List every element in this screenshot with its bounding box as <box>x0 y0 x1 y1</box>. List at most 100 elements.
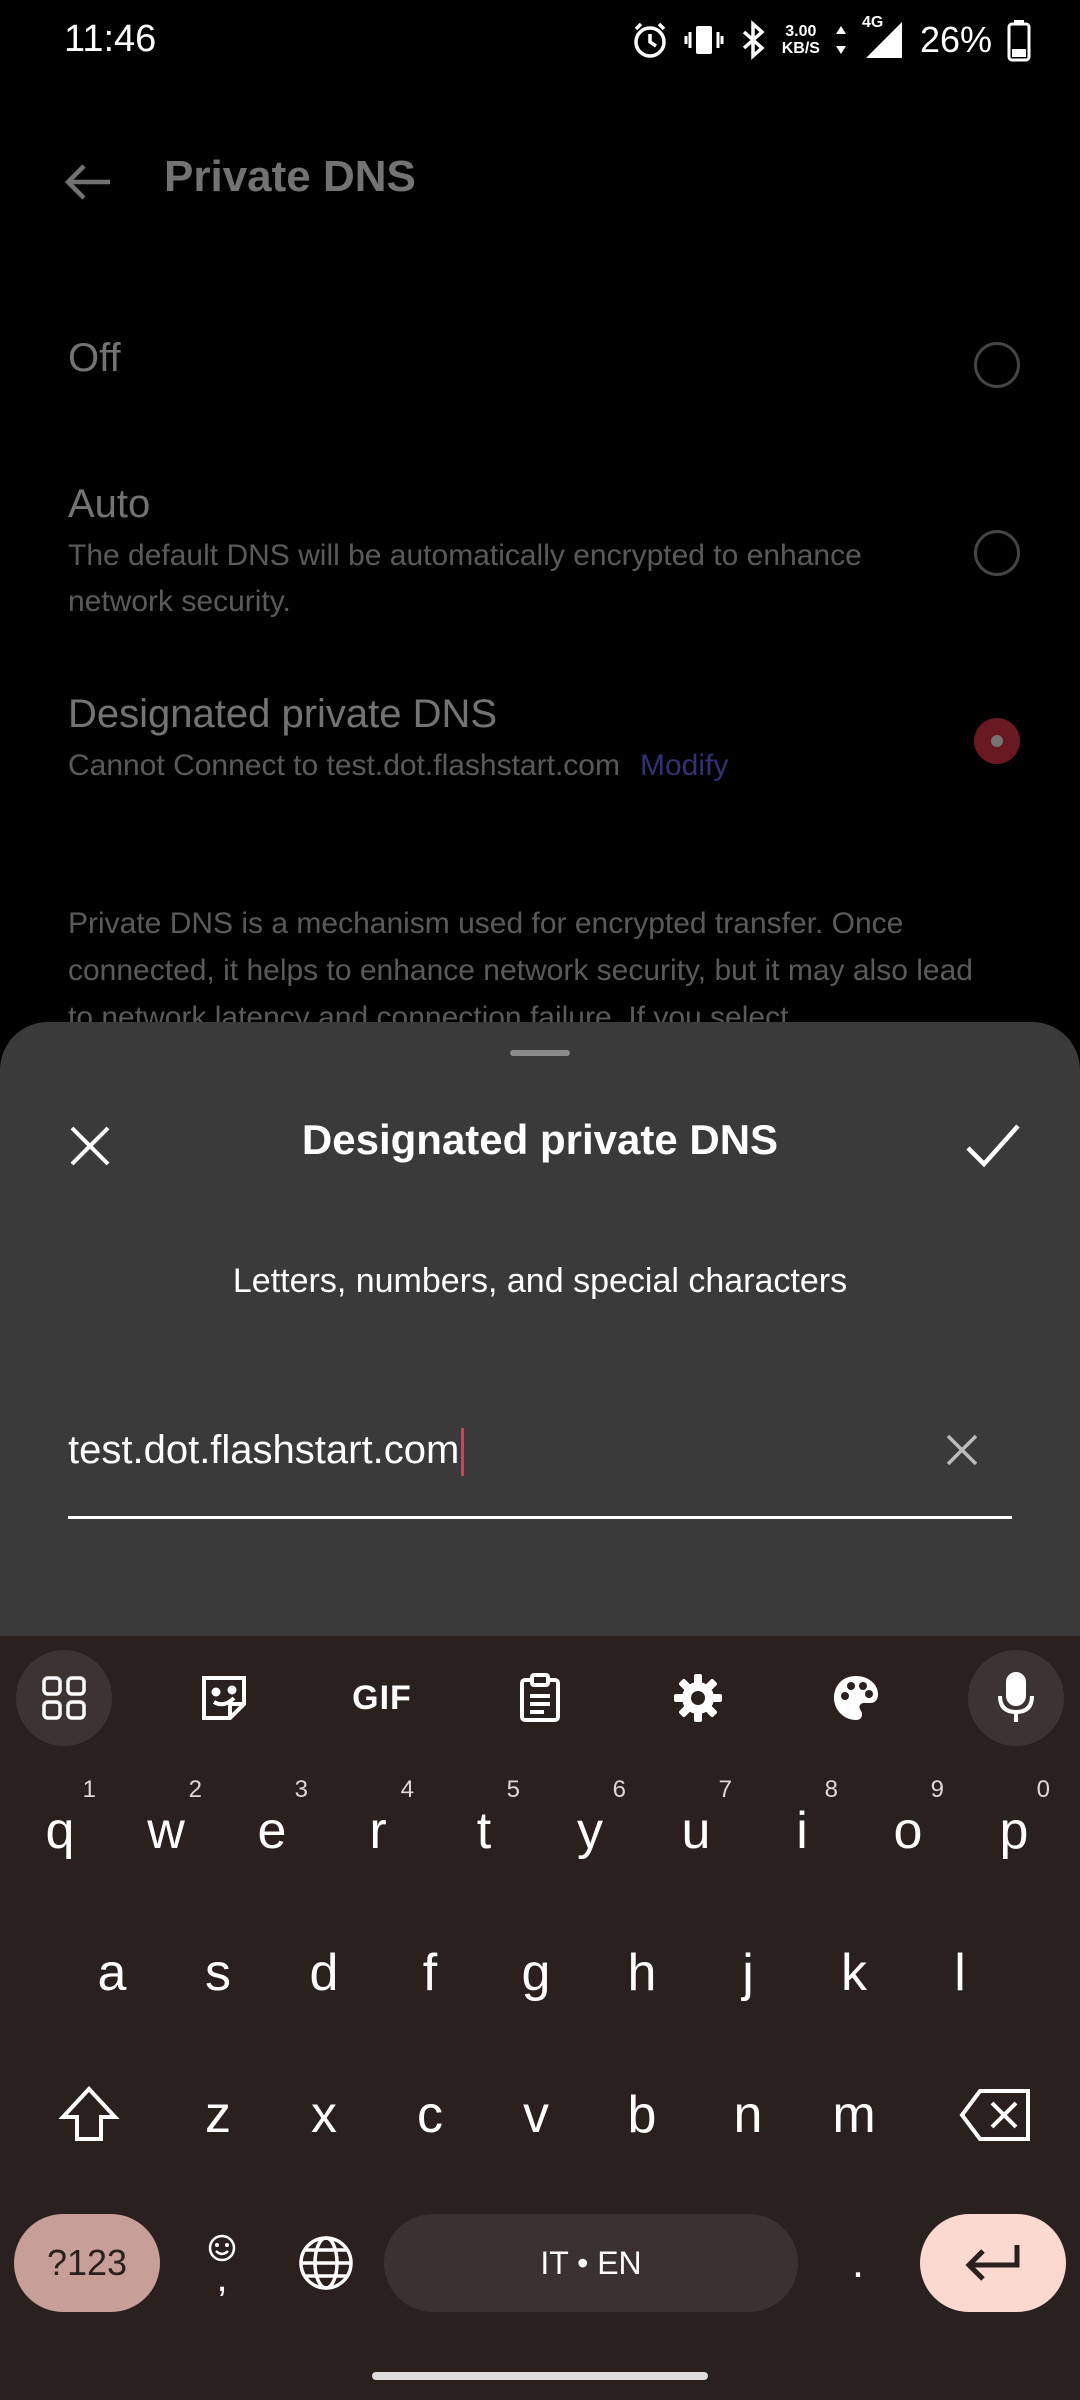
sheet-drag-handle[interactable] <box>510 1050 570 1056</box>
key-row-1: q1 w2 e3 r4 t5 y6 u7 i8 o9 p0 <box>0 1776 1080 1906</box>
vibrate-icon <box>684 20 724 60</box>
key-u-hint: 7 <box>718 1776 732 1803</box>
key-b[interactable]: b <box>592 2060 692 2170</box>
checkmark-icon[interactable] <box>962 1116 1022 1176</box>
key-x[interactable]: x <box>274 2060 374 2170</box>
globe-icon <box>299 2236 353 2290</box>
key-e-hint: 3 <box>294 1776 308 1803</box>
key-p-hint: 0 <box>1036 1776 1050 1803</box>
dns-hostname-value[interactable]: test.dot.flashstart.com <box>68 1428 465 1477</box>
text-caret <box>461 1428 465 1477</box>
option-off[interactable]: Off <box>68 336 1020 416</box>
key-row-3: z x c v b n m <box>0 2060 1080 2190</box>
key-u[interactable]: u7 <box>646 1776 746 1886</box>
palette-icon[interactable] <box>808 1650 904 1746</box>
option-off-label: Off <box>68 336 121 380</box>
key-c[interactable]: c <box>380 2060 480 2170</box>
alarm-icon <box>630 20 670 60</box>
key-h[interactable]: h <box>592 1918 692 2028</box>
dns-hostname-input[interactable]: test.dot.flashstart.com <box>68 1422 1012 1519</box>
option-designated-radio[interactable] <box>974 718 1020 764</box>
key-n[interactable]: n <box>698 2060 798 2170</box>
clipboard-icon[interactable] <box>492 1650 588 1746</box>
option-designated-description: Cannot Connect to test.dot.flashstart.co… <box>68 743 938 789</box>
key-l[interactable]: l <box>910 1918 1010 2028</box>
shift-icon <box>58 2086 120 2141</box>
sheet-title: Designated private DNS <box>301 1116 779 1163</box>
key-k[interactable]: k <box>804 1918 904 2028</box>
key-d[interactable]: d <box>274 1918 374 2028</box>
keyboard-toolbar: GIF <box>0 1650 1080 1750</box>
settings-icon[interactable] <box>650 1650 746 1746</box>
backspace-key[interactable] <box>936 2060 1056 2170</box>
key-i-label: i <box>796 1802 808 1860</box>
option-auto[interactable]: Auto The default DNS will be automatical… <box>68 482 1020 625</box>
key-v[interactable]: v <box>486 2060 586 2170</box>
key-e[interactable]: e3 <box>222 1776 322 1886</box>
key-q-hint: 1 <box>82 1776 96 1803</box>
key-r-hint: 4 <box>400 1776 414 1803</box>
signal-icon: 4G <box>862 14 906 62</box>
key-m[interactable]: m <box>804 2060 904 2170</box>
key-q-label: q <box>45 1802 75 1860</box>
language-key[interactable] <box>278 2214 374 2312</box>
key-o[interactable]: o9 <box>858 1776 958 1886</box>
key-f[interactable]: f <box>380 1918 480 2028</box>
comma-label: , <box>216 2256 228 2300</box>
shift-key[interactable] <box>34 2060 144 2170</box>
status-bar: 11:46 3.00 KB/S 4G 26% <box>0 0 1080 80</box>
key-t-hint: 5 <box>506 1776 520 1803</box>
enter-icon <box>965 2245 1020 2281</box>
emoji-comma-key[interactable]: , <box>190 2214 254 2312</box>
mic-icon[interactable] <box>968 1650 1064 1746</box>
gif-button[interactable]: GIF <box>334 1650 430 1746</box>
info-text: Private DNS is a mechanism used for encr… <box>68 907 973 1034</box>
option-auto-label: Auto <box>68 482 151 526</box>
key-o-hint: 9 <box>930 1776 944 1803</box>
key-p[interactable]: p0 <box>964 1776 1064 1886</box>
key-r[interactable]: r4 <box>328 1776 428 1886</box>
network-type: 4G <box>861 14 884 31</box>
sticker-icon[interactable] <box>176 1650 272 1746</box>
battery-icon <box>1006 18 1032 62</box>
key-w[interactable]: w2 <box>116 1776 216 1886</box>
battery-percentage: 26% <box>919 19 992 60</box>
period-key[interactable]: . <box>820 2214 896 2312</box>
backspace-icon <box>959 2089 1030 2141</box>
status-time: 11:46 <box>64 18 157 60</box>
apps-grid-icon[interactable] <box>16 1650 112 1746</box>
status-icons: 3.00 KB/S 4G 26% <box>630 14 1032 66</box>
key-i[interactable]: i8 <box>752 1776 852 1886</box>
input-hint: Letters, numbers, and special characters <box>232 1262 848 1300</box>
net-speed-value: 3.00 <box>785 23 817 40</box>
space-key[interactable]: IT • EN <box>384 2214 798 2312</box>
designated-status-text: Cannot Connect to test.dot.flashstart.co… <box>68 749 620 782</box>
key-q[interactable]: q1 <box>10 1776 110 1886</box>
clear-input-icon[interactable] <box>940 1428 984 1472</box>
app-bar: Private DNS <box>0 80 1080 280</box>
key-s[interactable]: s <box>168 1918 268 2028</box>
gif-label: GIF <box>352 1678 412 1717</box>
enter-key[interactable] <box>920 2214 1066 2312</box>
data-arrows-icon <box>834 22 848 58</box>
key-t-label: t <box>476 1802 492 1860</box>
key-w-label: w <box>147 1802 185 1860</box>
option-auto-radio[interactable] <box>974 530 1020 576</box>
key-row-2: a s d f g h j k l <box>0 1918 1080 2048</box>
option-designated[interactable]: Designated private DNS Cannot Connect to… <box>68 692 1020 789</box>
key-a[interactable]: a <box>62 1918 162 2028</box>
key-t[interactable]: t5 <box>434 1776 534 1886</box>
symbols-key[interactable]: ?123 <box>14 2214 160 2312</box>
key-z[interactable]: z <box>168 2060 268 2170</box>
key-y[interactable]: y6 <box>540 1776 640 1886</box>
net-speed-unit: KB/S <box>781 40 820 57</box>
modify-link[interactable]: Modify <box>640 749 728 782</box>
key-p-label: p <box>999 1802 1029 1860</box>
back-arrow-icon[interactable] <box>60 154 116 210</box>
key-g[interactable]: g <box>486 1918 586 2028</box>
gesture-nav-handle[interactable] <box>372 2372 708 2380</box>
dns-hostname-text: test.dot.flashstart.com <box>68 1428 460 1472</box>
key-j[interactable]: j <box>698 1918 798 2028</box>
key-w-hint: 2 <box>188 1776 202 1803</box>
option-off-radio[interactable] <box>974 342 1020 388</box>
